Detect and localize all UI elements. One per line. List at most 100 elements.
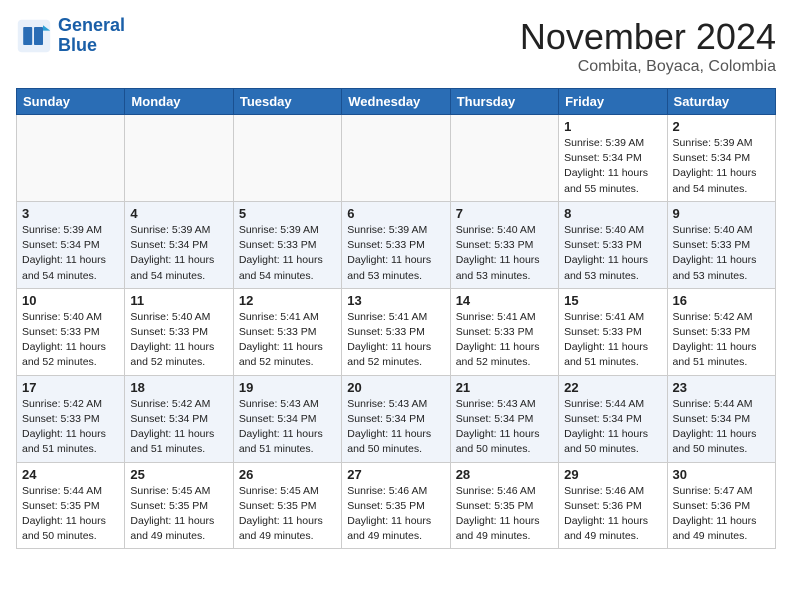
day-info: Sunrise: 5:46 AM Sunset: 5:36 PM Dayligh…	[564, 484, 661, 545]
calendar-cell: 15 Sunrise: 5:41 AM Sunset: 5:33 PM Dayli…	[559, 288, 667, 375]
calendar-cell	[17, 115, 125, 202]
day-number: 20	[347, 380, 444, 395]
day-info: Sunrise: 5:41 AM Sunset: 5:33 PM Dayligh…	[456, 310, 553, 371]
day-info: Sunrise: 5:46 AM Sunset: 5:35 PM Dayligh…	[456, 484, 553, 545]
logo: General Blue	[16, 16, 125, 56]
calendar-cell: 6 Sunrise: 5:39 AM Sunset: 5:33 PM Daylig…	[342, 201, 450, 288]
calendar-cell: 3 Sunrise: 5:39 AM Sunset: 5:34 PM Daylig…	[17, 201, 125, 288]
calendar-cell: 11 Sunrise: 5:40 AM Sunset: 5:33 PM Dayli…	[125, 288, 233, 375]
location-title: Combita, Boyaca, Colombia	[520, 58, 776, 76]
calendar-cell: 9 Sunrise: 5:40 AM Sunset: 5:33 PM Daylig…	[667, 201, 775, 288]
calendar-cell: 2Sunrise: 5:39 AM Sunset: 5:34 PM Daylig…	[667, 115, 775, 202]
page-header: General Blue November 2024 Combita, Boya…	[16, 16, 776, 76]
day-number: 25	[130, 467, 227, 482]
day-number: 10	[22, 293, 119, 308]
calendar-cell: 13 Sunrise: 5:41 AM Sunset: 5:33 PM Dayli…	[342, 288, 450, 375]
day-number: 29	[564, 467, 661, 482]
calendar-cell: 29 Sunrise: 5:46 AM Sunset: 5:36 PM Dayli…	[559, 462, 667, 549]
calendar-cell: 23Sunrise: 5:44 AM Sunset: 5:34 PM Dayli…	[667, 375, 775, 462]
calendar-cell: 4 Sunrise: 5:39 AM Sunset: 5:34 PM Daylig…	[125, 201, 233, 288]
calendar-cell: 20 Sunrise: 5:43 AM Sunset: 5:34 PM Dayli…	[342, 375, 450, 462]
day-number: 6	[347, 206, 444, 221]
day-number: 13	[347, 293, 444, 308]
calendar-cell: 21 Sunrise: 5:43 AM Sunset: 5:34 PM Dayli…	[450, 375, 558, 462]
day-number: 11	[130, 293, 227, 308]
day-header-sunday: Sunday	[17, 89, 125, 115]
month-title: November 2024	[520, 16, 776, 58]
day-info: Sunrise: 5:41 AM Sunset: 5:33 PM Dayligh…	[239, 310, 336, 371]
day-number: 23	[673, 380, 770, 395]
day-number: 28	[456, 467, 553, 482]
day-number: 24	[22, 467, 119, 482]
day-info: Sunrise: 5:46 AM Sunset: 5:35 PM Dayligh…	[347, 484, 444, 545]
day-number: 14	[456, 293, 553, 308]
day-info: Sunrise: 5:43 AM Sunset: 5:34 PM Dayligh…	[456, 397, 553, 458]
calendar-cell: 28 Sunrise: 5:46 AM Sunset: 5:35 PM Dayli…	[450, 462, 558, 549]
day-number: 27	[347, 467, 444, 482]
calendar-cell: 5 Sunrise: 5:39 AM Sunset: 5:33 PM Daylig…	[233, 201, 341, 288]
day-number: 18	[130, 380, 227, 395]
day-number: 8	[564, 206, 661, 221]
calendar-header-row: SundayMondayTuesdayWednesdayThursdayFrid…	[17, 89, 776, 115]
day-number: 5	[239, 206, 336, 221]
day-number: 7	[456, 206, 553, 221]
calendar-cell: 18 Sunrise: 5:42 AM Sunset: 5:34 PM Dayli…	[125, 375, 233, 462]
day-header-friday: Friday	[559, 89, 667, 115]
day-info: Sunrise: 5:40 AM Sunset: 5:33 PM Dayligh…	[456, 223, 553, 284]
calendar-cell: 12 Sunrise: 5:41 AM Sunset: 5:33 PM Dayli…	[233, 288, 341, 375]
day-info: Sunrise: 5:43 AM Sunset: 5:34 PM Dayligh…	[347, 397, 444, 458]
day-info: Sunrise: 5:40 AM Sunset: 5:33 PM Dayligh…	[673, 223, 770, 284]
title-block: November 2024 Combita, Boyaca, Colombia	[520, 16, 776, 76]
calendar-cell: 22 Sunrise: 5:44 AM Sunset: 5:34 PM Dayli…	[559, 375, 667, 462]
day-info: Sunrise: 5:43 AM Sunset: 5:34 PM Dayligh…	[239, 397, 336, 458]
calendar-cell: 16Sunrise: 5:42 AM Sunset: 5:33 PM Dayli…	[667, 288, 775, 375]
calendar-cell: 30 Sunrise: 5:47 AM Sunset: 5:36 PM Dayli…	[667, 462, 775, 549]
day-info: Sunrise: 5:41 AM Sunset: 5:33 PM Dayligh…	[564, 310, 661, 371]
day-info: Sunrise: 5:39 AM Sunset: 5:34 PM Dayligh…	[673, 136, 770, 197]
day-info: Sunrise: 5:44 AM Sunset: 5:34 PM Dayligh…	[564, 397, 661, 458]
day-number: 1	[564, 119, 661, 134]
calendar-table: SundayMondayTuesdayWednesdayThursdayFrid…	[16, 88, 776, 549]
calendar-week-row: 3 Sunrise: 5:39 AM Sunset: 5:34 PM Daylig…	[17, 201, 776, 288]
day-info: Sunrise: 5:40 AM Sunset: 5:33 PM Dayligh…	[564, 223, 661, 284]
day-number: 3	[22, 206, 119, 221]
calendar-week-row: 24Sunrise: 5:44 AM Sunset: 5:35 PM Dayli…	[17, 462, 776, 549]
day-info: Sunrise: 5:39 AM Sunset: 5:33 PM Dayligh…	[347, 223, 444, 284]
day-info: Sunrise: 5:47 AM Sunset: 5:36 PM Dayligh…	[673, 484, 770, 545]
day-info: Sunrise: 5:45 AM Sunset: 5:35 PM Dayligh…	[130, 484, 227, 545]
day-header-tuesday: Tuesday	[233, 89, 341, 115]
day-info: Sunrise: 5:42 AM Sunset: 5:33 PM Dayligh…	[22, 397, 119, 458]
day-number: 21	[456, 380, 553, 395]
calendar-cell	[233, 115, 341, 202]
day-number: 17	[22, 380, 119, 395]
day-number: 12	[239, 293, 336, 308]
calendar-cell: 17 Sunrise: 5:42 AM Sunset: 5:33 PM Dayli…	[17, 375, 125, 462]
day-number: 9	[673, 206, 770, 221]
calendar-cell: 7 Sunrise: 5:40 AM Sunset: 5:33 PM Daylig…	[450, 201, 558, 288]
day-number: 22	[564, 380, 661, 395]
calendar-cell: 19 Sunrise: 5:43 AM Sunset: 5:34 PM Dayli…	[233, 375, 341, 462]
day-number: 30	[673, 467, 770, 482]
calendar-cell: 25 Sunrise: 5:45 AM Sunset: 5:35 PM Dayli…	[125, 462, 233, 549]
day-info: Sunrise: 5:39 AM Sunset: 5:34 PM Dayligh…	[130, 223, 227, 284]
logo-text: General Blue	[58, 16, 125, 56]
day-header-wednesday: Wednesday	[342, 89, 450, 115]
day-info: Sunrise: 5:39 AM Sunset: 5:34 PM Dayligh…	[564, 136, 661, 197]
day-info: Sunrise: 5:42 AM Sunset: 5:34 PM Dayligh…	[130, 397, 227, 458]
day-number: 15	[564, 293, 661, 308]
day-header-monday: Monday	[125, 89, 233, 115]
day-header-saturday: Saturday	[667, 89, 775, 115]
calendar-week-row: 1 Sunrise: 5:39 AM Sunset: 5:34 PM Daylig…	[17, 115, 776, 202]
day-number: 4	[130, 206, 227, 221]
day-info: Sunrise: 5:41 AM Sunset: 5:33 PM Dayligh…	[347, 310, 444, 371]
day-number: 26	[239, 467, 336, 482]
day-info: Sunrise: 5:39 AM Sunset: 5:33 PM Dayligh…	[239, 223, 336, 284]
day-info: Sunrise: 5:42 AM Sunset: 5:33 PM Dayligh…	[673, 310, 770, 371]
day-number: 19	[239, 380, 336, 395]
calendar-cell: 1 Sunrise: 5:39 AM Sunset: 5:34 PM Daylig…	[559, 115, 667, 202]
day-info: Sunrise: 5:40 AM Sunset: 5:33 PM Dayligh…	[130, 310, 227, 371]
day-info: Sunrise: 5:39 AM Sunset: 5:34 PM Dayligh…	[22, 223, 119, 284]
logo-icon	[16, 18, 52, 54]
calendar-week-row: 10 Sunrise: 5:40 AM Sunset: 5:33 PM Dayli…	[17, 288, 776, 375]
day-info: Sunrise: 5:40 AM Sunset: 5:33 PM Dayligh…	[22, 310, 119, 371]
